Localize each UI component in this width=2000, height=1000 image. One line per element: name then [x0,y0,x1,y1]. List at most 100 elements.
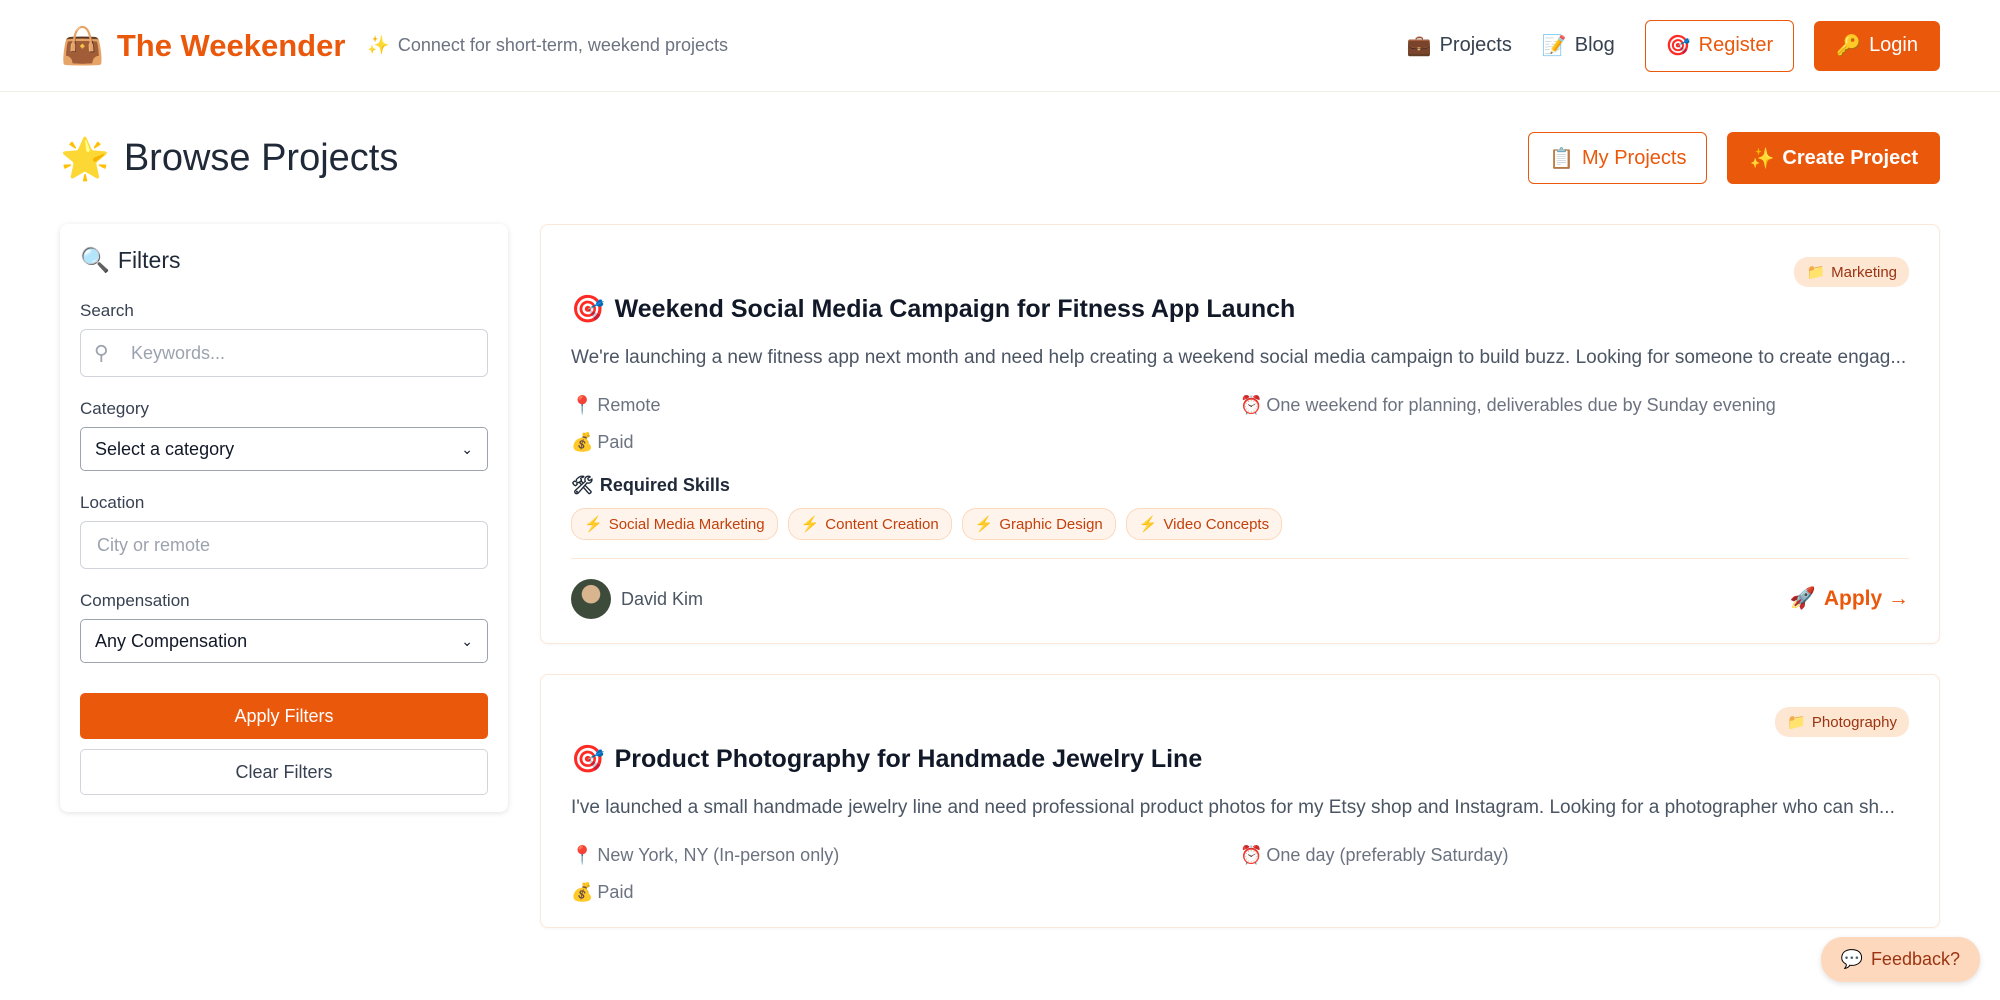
sparkles-icon: ✨ [367,35,390,55]
card-footer: David Kim 🚀 Apply → [571,558,1909,619]
project-card[interactable]: 📁 Photography 🎯 Product Photography for … [540,674,1940,928]
project-author[interactable]: David Kim [571,579,703,619]
category-select[interactable]: Select a category ⌄ [80,427,488,471]
register-label: Register [1698,34,1774,56]
register-button[interactable]: 🎯 Register [1644,19,1795,72]
brand[interactable]: 👜 The Weekender ✨ Connect for short-term… [60,24,728,66]
skill-tag: ⚡ Video Concepts [1125,508,1283,540]
lightning-icon: ⚡ [1138,516,1158,533]
feedback-button[interactable]: 💬 Feedback? [1820,937,1980,982]
nav-projects-label: Projects [1439,34,1512,56]
category-badge-text: Marketing [1831,263,1897,281]
content-area: 🔍 Filters Search ⚲ Category Select a cat… [0,224,2000,958]
project-duration-text: One day (preferably Saturday) [1266,845,1509,865]
key-icon: 🔑 [1836,35,1862,57]
folder-icon: 📁 [1787,714,1806,731]
skill-tag: ⚡ Graphic Design [961,508,1116,540]
filters-panel: 🔍 Filters Search ⚲ Category Select a cat… [60,224,508,812]
apply-label: Apply → [1823,587,1909,610]
skill-tag-text: Social Media Marketing [608,515,765,533]
project-duration: ⏰ One weekend for planning, deliverables… [1240,395,1909,416]
tagline: ✨ Connect for short-term, weekend projec… [367,35,728,56]
my-projects-button[interactable]: 📋 My Projects [1528,132,1708,184]
compensation-selected: Any Compensation [95,630,248,651]
login-button[interactable]: 🔑 Login [1814,20,1940,71]
search-label: Search [80,301,134,320]
project-description: I've launched a small handmade jewelry l… [571,797,1895,818]
money-bag-icon: 💰 [571,432,594,452]
handbag-logo-icon: 👜 [60,24,105,66]
alarm-clock-icon: ⏰ [1240,845,1263,865]
apply-button[interactable]: 🚀 Apply → [1790,587,1909,611]
project-meta: 📍 New York, NY (In-person only) ⏰ One da… [571,845,1909,903]
project-location: 📍 New York, NY (In-person only) [571,845,1240,866]
pin-icon: 📍 [571,845,594,865]
folder-icon: 📁 [1806,264,1826,281]
chevron-down-icon: ⌄ [461,632,473,649]
required-skills-heading: 🛠 Required Skills [571,475,1909,496]
lightning-icon: ⚡ [974,516,994,533]
project-title-text: Product Photography for Handmade Jewelry… [614,744,1203,773]
page-title-text: Browse Projects [123,136,399,179]
skill-tags: ⚡ Social Media Marketing ⚡ Content Creat… [571,508,1909,540]
skill-tag-text: Video Concepts [1163,515,1270,533]
project-meta: 📍 Remote ⏰ One weekend for planning, del… [571,395,1909,453]
compensation-select[interactable]: Any Compensation ⌄ [80,619,488,663]
target-icon: 🎯 [1665,35,1691,57]
skill-tag-text: Graphic Design [999,515,1103,533]
avatar [571,579,611,619]
pin-icon: 📍 [571,395,594,415]
star-icon: 🌟 [60,136,110,181]
search-field-group: Search ⚲ [80,301,488,377]
clipboard-icon: 📋 [1549,147,1574,170]
feedback-label: Feedback? [1870,949,1960,969]
create-project-button[interactable]: ✨ Create Project [1727,132,1940,184]
clear-filters-button[interactable]: Clear Filters [80,749,488,795]
project-compensation: 💰 Paid [571,882,1240,903]
project-title-text: Weekend Social Media Campaign for Fitnes… [614,294,1296,323]
nav-projects[interactable]: 💼 Projects [1407,33,1512,58]
apply-filters-button[interactable]: Apply Filters [80,693,488,739]
my-projects-label: My Projects [1582,146,1687,169]
project-title[interactable]: 🎯 Product Photography for Handmade Jewel… [571,743,1909,775]
project-title[interactable]: 🎯 Weekend Social Media Campaign for Fitn… [571,293,1909,325]
filters-title-text: Filters [117,247,181,273]
chevron-down-icon: ⌄ [461,440,473,457]
project-description: We're launching a new fitness app next m… [571,347,1907,368]
project-location: 📍 Remote [571,395,1240,416]
category-field-group: Category Select a category ⌄ [80,399,488,471]
search-input-wrap: ⚲ [80,329,488,377]
tagline-text: Connect for short-term, weekend projects [397,35,728,55]
target-icon: 🎯 [571,294,605,324]
project-duration: ⏰ One day (preferably Saturday) [1240,845,1909,866]
search-input[interactable] [80,329,488,377]
rocket-icon: 🚀 [1789,587,1816,610]
top-header: 👜 The Weekender ✨ Connect for short-term… [0,0,2000,92]
tools-icon: 🛠 [571,475,594,495]
target-icon: 🎯 [571,744,605,774]
project-list: 📁 Marketing 🎯 Weekend Social Media Campa… [540,224,1940,958]
compensation-label: Compensation [80,591,190,610]
project-card[interactable]: 📁 Marketing 🎯 Weekend Social Media Campa… [540,224,1940,644]
login-label: Login [1869,34,1918,56]
sparkles-icon: ✨ [1749,147,1775,170]
skill-tag-text: Content Creation [825,515,939,533]
magnifier-icon: 🔍 [80,247,110,274]
speech-bubble-icon: 💬 [1840,949,1863,969]
project-compensation-text: Paid [597,882,634,902]
nav-blog-label: Blog [1574,34,1615,56]
page-actions: 📋 My Projects ✨ Create Project [1528,132,1940,184]
compensation-field-group: Compensation Any Compensation ⌄ [80,591,488,663]
location-field-group: Location [80,493,488,569]
page-header: 🌟 Browse Projects 📋 My Projects ✨ Create… [0,92,2000,224]
nav-blog[interactable]: 📝 Blog [1542,33,1615,58]
create-project-label: Create Project [1782,146,1918,169]
project-compensation: 💰 Paid [571,432,1240,453]
project-location-text: New York, NY (In-person only) [597,845,840,865]
lightning-icon: ⚡ [800,516,820,533]
brand-name[interactable]: The Weekender [117,28,346,64]
main-nav: 💼 Projects 📝 Blog 🎯 Register 🔑 Login [1377,19,1940,72]
memo-icon: 📝 [1541,35,1567,57]
category-label: Category [80,399,149,418]
location-input[interactable] [80,521,488,569]
